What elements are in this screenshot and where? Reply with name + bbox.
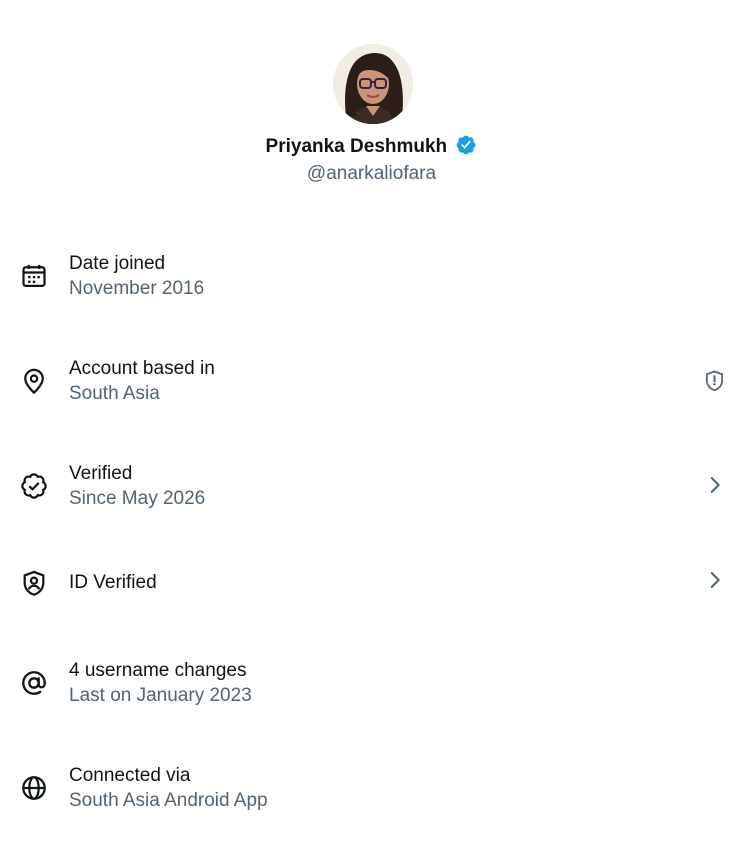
id-verified-chevron-right-icon[interactable] xyxy=(704,569,726,591)
id-verified-row[interactable]: ID Verified xyxy=(0,537,743,632)
id-shield-icon xyxy=(23,570,45,596)
account-based-in-label: Account based in xyxy=(69,358,215,379)
username-changes-value: Last on January 2023 xyxy=(69,685,252,706)
date-joined-label: Date joined xyxy=(69,253,166,274)
globe-icon xyxy=(22,776,46,800)
date-joined-row: Date joined November 2016 xyxy=(0,222,743,327)
verified-row[interactable]: Verified Since May 2026 xyxy=(0,432,743,537)
connected-via-value: South Asia Android App xyxy=(69,790,268,811)
connected-via-label: Connected via xyxy=(69,765,191,786)
calendar-icon xyxy=(22,264,46,288)
profile-header: Priyanka Deshmukh @anarkaliofara xyxy=(0,0,743,200)
username-changes-label: 4 username changes xyxy=(69,660,247,681)
at-sign-icon xyxy=(22,671,46,695)
connected-via-row: Connected via South Asia Android App xyxy=(0,737,743,842)
verified-check-icon xyxy=(21,473,47,499)
verified-value: Since May 2026 xyxy=(69,488,206,509)
display-name: Priyanka Deshmukh xyxy=(265,136,448,157)
privacy-info-icon[interactable] xyxy=(703,369,726,392)
account-based-in-row: Account based in South Asia xyxy=(0,327,743,432)
account-based-in-value: South Asia xyxy=(69,383,160,404)
username-handle: @anarkaliofara xyxy=(306,163,437,184)
display-name-row: Priyanka Deshmukh xyxy=(0,134,743,160)
about-account-list: Date joined November 2016 Account based … xyxy=(0,222,743,842)
avatar[interactable] xyxy=(333,44,413,124)
avatar-photo xyxy=(333,44,413,124)
id-verified-label: ID Verified xyxy=(69,572,157,593)
verified-chevron-right-icon[interactable] xyxy=(704,474,726,496)
location-pin-icon xyxy=(24,368,44,395)
username-changes-row: 4 username changes Last on January 2023 xyxy=(0,632,743,737)
verified-badge-icon[interactable] xyxy=(455,134,477,156)
verified-label: Verified xyxy=(69,463,133,484)
date-joined-value: November 2016 xyxy=(69,278,205,299)
